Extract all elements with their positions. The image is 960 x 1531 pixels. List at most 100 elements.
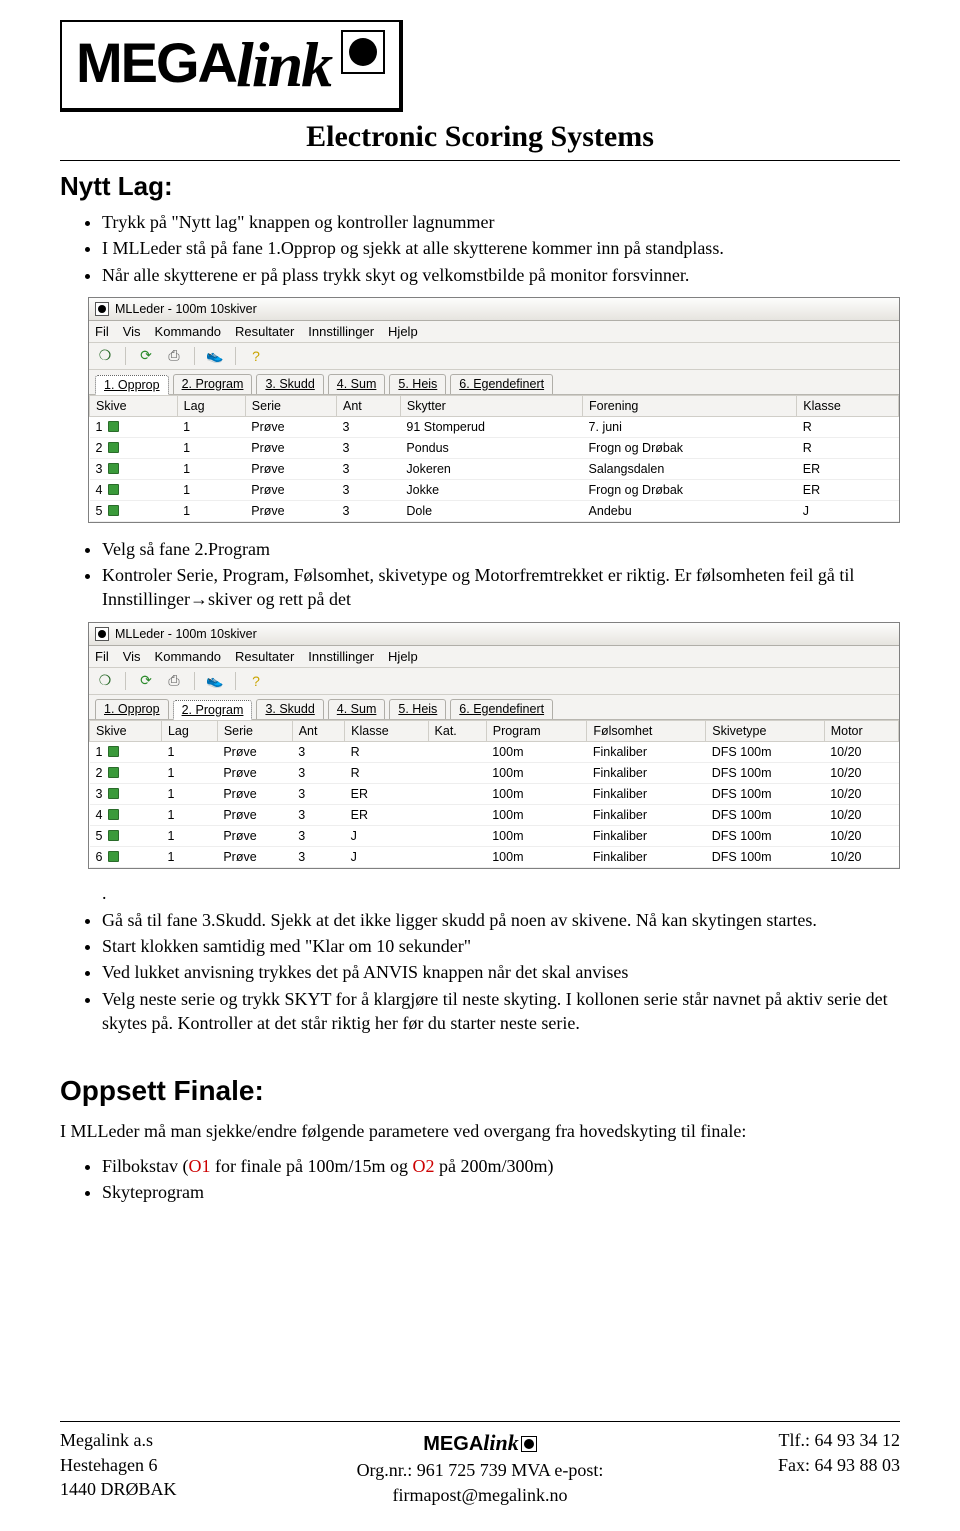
- run-icon[interactable]: 👟: [205, 347, 225, 365]
- table-row[interactable]: 5 1Prøve3DoleAndebuJ: [90, 500, 899, 521]
- menu-hjelp[interactable]: Hjelp: [388, 649, 418, 664]
- row-status-icon: [108, 421, 119, 432]
- footer-line: Fax: 64 93 88 03: [620, 1453, 900, 1477]
- col-ant[interactable]: Ant: [292, 720, 344, 741]
- balloon-icon[interactable]: ❍: [95, 672, 115, 690]
- table-row[interactable]: 5 1Prøve3J100mFinkaliberDFS 100m10/20: [90, 825, 899, 846]
- list-item: Filbokstav (O1 for finale på 100m/15m og…: [102, 1154, 900, 1178]
- col-skytter[interactable]: Skytter: [400, 395, 582, 416]
- tab-4-sum[interactable]: 4. Sum: [328, 374, 386, 394]
- app2-tabstrip: 1. Opprop2. Program3. Skudd4. Sum5. Heis…: [89, 695, 899, 720]
- table-row[interactable]: 2 1Prøve3R100mFinkaliberDFS 100m10/20: [90, 762, 899, 783]
- col-serie[interactable]: Serie: [217, 720, 292, 741]
- oppsett-finale-intro: I MLLeder må man sjekke/endre følgende p…: [60, 1119, 900, 1143]
- table-row[interactable]: 4 1Prøve3ER100mFinkaliberDFS 100m10/20: [90, 804, 899, 825]
- tab-6-egendefinert[interactable]: 6. Egendefinert: [450, 699, 553, 719]
- tab-3-skudd[interactable]: 3. Skudd: [256, 374, 323, 394]
- col-lag[interactable]: Lag: [177, 395, 245, 416]
- tab-1-opprop[interactable]: 1. Opprop: [95, 375, 169, 395]
- col-klasse[interactable]: Klasse: [797, 395, 899, 416]
- footer-line: 1440 DRØBAK: [60, 1477, 340, 1501]
- row-status-icon: [108, 484, 119, 495]
- table-row[interactable]: 2 1Prøve3PondusFrogn og DrøbakR: [90, 437, 899, 458]
- menu-vis[interactable]: Vis: [123, 649, 141, 664]
- col-følsomhet[interactable]: Følsomhet: [587, 720, 706, 741]
- page-title: Electronic Scoring Systems: [60, 120, 900, 154]
- balloon-icon[interactable]: ❍: [95, 347, 115, 365]
- app-icon: [95, 627, 109, 641]
- menu-kommando[interactable]: Kommando: [155, 324, 221, 339]
- menu-resultater[interactable]: Resultater: [235, 324, 294, 339]
- tab-6-egendefinert[interactable]: 6. Egendefinert: [450, 374, 553, 394]
- table-row[interactable]: 3 1Prøve3ER100mFinkaliberDFS 100m10/20: [90, 783, 899, 804]
- menu-hjelp[interactable]: Hjelp: [388, 324, 418, 339]
- run-icon[interactable]: 👟: [205, 672, 225, 690]
- table-row[interactable]: 6 1Prøve3J100mFinkaliberDFS 100m10/20: [90, 846, 899, 867]
- col-kat.[interactable]: Kat.: [428, 720, 486, 741]
- tab-3-skudd[interactable]: 3. Skudd: [256, 699, 323, 719]
- app1-menubar: Fil Vis Kommando Resultater Innstillinger Hje…: [89, 321, 899, 343]
- menu-kommando[interactable]: Kommando: [155, 649, 221, 664]
- col-skive[interactable]: Skive: [90, 395, 178, 416]
- footer-logo-mega: MEGA: [423, 1433, 483, 1455]
- red-text: O1: [189, 1156, 211, 1176]
- footer-line: Megalink a.s: [60, 1428, 340, 1452]
- app2-title: MLLeder - 100m 10skiver: [115, 627, 257, 641]
- table-row[interactable]: 4 1Prøve3JokkeFrogn og DrøbakER: [90, 479, 899, 500]
- col-lag[interactable]: Lag: [161, 720, 217, 741]
- menu-fil[interactable]: Fil: [95, 324, 109, 339]
- footer-left: Megalink a.sHestehagen 61440 DRØBAK: [60, 1428, 340, 1507]
- menu-fil[interactable]: Fil: [95, 649, 109, 664]
- col-motor[interactable]: Motor: [824, 720, 898, 741]
- screenshot-mlleder-opprop: MLLeder - 100m 10skiver Fil Vis Kommando Re…: [88, 297, 900, 523]
- tab-2-program[interactable]: 2. Program: [173, 700, 253, 720]
- app-icon: [95, 302, 109, 316]
- list-item: Trykk på "Nytt lag" knappen og kontrolle…: [102, 210, 900, 234]
- col-ant[interactable]: Ant: [337, 395, 401, 416]
- col-forening[interactable]: Forening: [583, 395, 797, 416]
- col-skive[interactable]: Skive: [90, 720, 162, 741]
- refresh-icon[interactable]: ⟳: [136, 672, 156, 690]
- red-text: O2: [412, 1156, 434, 1176]
- print-icon[interactable]: ⎙: [164, 347, 184, 365]
- list-item: Skyteprogram: [102, 1180, 900, 1204]
- row-status-icon: [108, 809, 119, 820]
- logo-mega: MEGA: [76, 31, 236, 94]
- menu-innstillinger[interactable]: Innstillinger: [308, 324, 374, 339]
- col-skivetype[interactable]: Skivetype: [706, 720, 824, 741]
- col-program[interactable]: Program: [486, 720, 587, 741]
- row-status-icon: [108, 442, 119, 453]
- refresh-icon[interactable]: ⟳: [136, 347, 156, 365]
- tab-2-program[interactable]: 2. Program: [173, 374, 253, 394]
- menu-vis[interactable]: Vis: [123, 324, 141, 339]
- table-row[interactable]: 1 1Prøve3R100mFinkaliberDFS 100m10/20: [90, 741, 899, 762]
- bullets-nytt-lag-b: Velg så fane 2.ProgramKontroler Serie, P…: [102, 537, 900, 612]
- footer-logo-link: link: [483, 1430, 518, 1455]
- help-icon[interactable]: ?: [246, 672, 266, 690]
- app1-tabstrip: 1. Opprop2. Program3. Skudd4. Sum5. Heis…: [89, 370, 899, 395]
- target-icon: [341, 30, 385, 74]
- col-klasse[interactable]: Klasse: [345, 720, 428, 741]
- app2-menubar: Fil Vis Kommando Resultater Innstillinger Hje…: [89, 646, 899, 668]
- footer-orgnr: Org.nr.: 961 725 739 MVA e-post: firmapo…: [340, 1458, 620, 1507]
- tab-5-heis[interactable]: 5. Heis: [389, 699, 446, 719]
- col-serie[interactable]: Serie: [245, 395, 336, 416]
- table-row[interactable]: 1 1Prøve391 Stomperud7. juniR: [90, 416, 899, 437]
- table-row[interactable]: 3 1Prøve3JokerenSalangsdalenER: [90, 458, 899, 479]
- tab-5-heis[interactable]: 5. Heis: [389, 374, 446, 394]
- print-icon[interactable]: ⎙: [164, 672, 184, 690]
- page-footer: Megalink a.sHestehagen 61440 DRØBAK MEGA…: [60, 1421, 900, 1507]
- tab-1-opprop[interactable]: 1. Opprop: [95, 699, 169, 719]
- list-item: Start klokken samtidig med "Klar om 10 s…: [102, 934, 900, 958]
- menu-resultater[interactable]: Resultater: [235, 649, 294, 664]
- title-rule: [60, 160, 900, 161]
- menu-innstillinger[interactable]: Innstillinger: [308, 649, 374, 664]
- logo-box: MEGAlink: [60, 20, 403, 112]
- bullets-oppsett-finale: Filbokstav (O1 for finale på 100m/15m og…: [102, 1154, 900, 1205]
- row-status-icon: [108, 788, 119, 799]
- list-item: I MLLeder stå på fane 1.Opprop og sjekk …: [102, 236, 900, 260]
- footer-rule: [60, 1421, 900, 1422]
- app1-title: MLLeder - 100m 10skiver: [115, 302, 257, 316]
- tab-4-sum[interactable]: 4. Sum: [328, 699, 386, 719]
- help-icon[interactable]: ?: [246, 347, 266, 365]
